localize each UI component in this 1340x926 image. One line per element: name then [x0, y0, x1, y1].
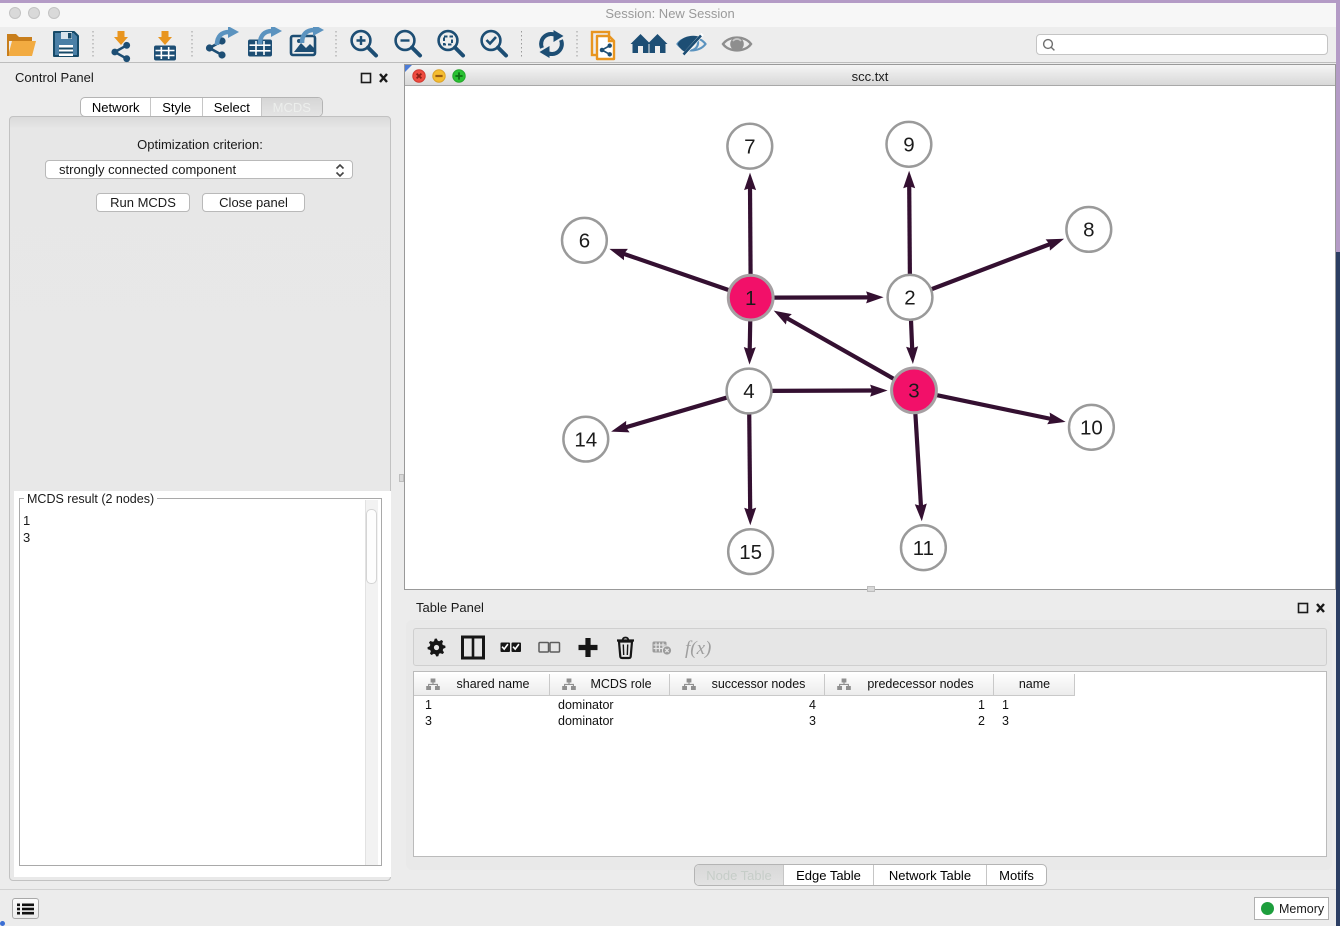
svg-text:9: 9	[903, 134, 914, 157]
svg-text:1: 1	[745, 287, 756, 310]
svg-text:f(x): f(x)	[685, 638, 711, 659]
svg-text:4: 4	[743, 380, 754, 403]
svg-text:14: 14	[574, 428, 597, 451]
svg-text:7: 7	[744, 135, 755, 158]
svg-text:3: 3	[908, 380, 919, 403]
svg-text:2: 2	[904, 287, 915, 310]
svg-text:10: 10	[1080, 417, 1103, 440]
svg-text:8: 8	[1083, 219, 1094, 242]
svg-text:6: 6	[579, 230, 590, 253]
svg-text:11: 11	[913, 537, 934, 560]
svg-text:15: 15	[739, 541, 762, 564]
